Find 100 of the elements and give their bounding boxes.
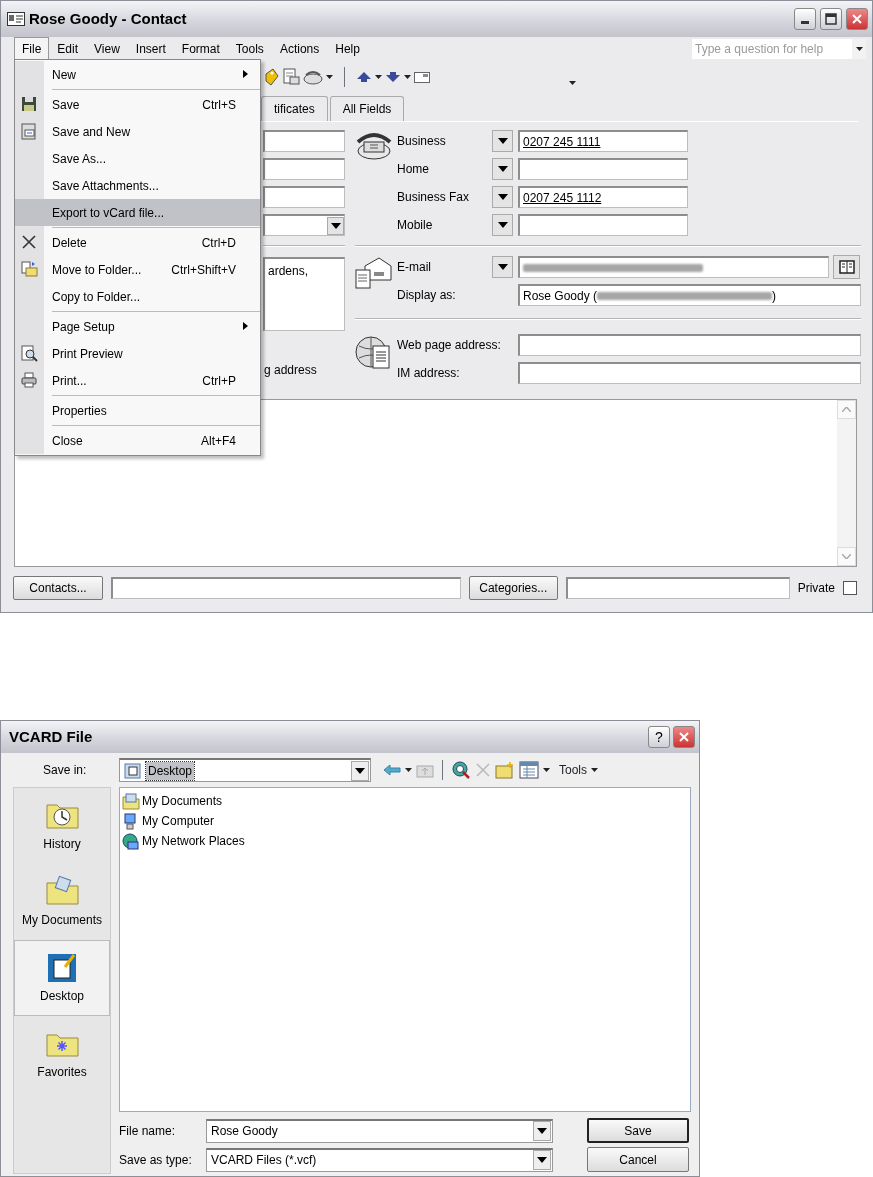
telephone-icon <box>355 130 393 160</box>
list-entry[interactable]: My Documents <box>122 791 223 811</box>
contacts-button[interactable]: Contacts... <box>13 576 103 600</box>
help-search-field[interactable]: Type a question for help <box>692 39 866 59</box>
menu-item[interactable]: Save Ctrl+S <box>15 91 260 118</box>
views-icon[interactable] <box>519 761 539 779</box>
display-as-field[interactable]: Rose Goody ( ) <box>518 284 861 306</box>
menu-item[interactable]: Save and New <box>15 118 260 145</box>
globe-search-icon[interactable] <box>451 760 471 780</box>
email-field[interactable] <box>518 256 829 278</box>
field-label: Business <box>397 133 447 150</box>
caret-icon <box>405 768 412 772</box>
envelope-icon <box>355 256 393 290</box>
menu-item[interactable]: Save As... <box>15 145 260 172</box>
network-icon <box>122 832 140 850</box>
tag-icon[interactable] <box>263 68 279 86</box>
dropdown-button[interactable] <box>492 158 513 180</box>
globe-document-icon <box>355 334 393 370</box>
maximize-button[interactable] <box>820 8 842 30</box>
menu-item[interactable]: Print... Ctrl+P <box>15 367 260 394</box>
dropdown-button[interactable] <box>492 130 513 152</box>
envelope-icon[interactable] <box>414 71 430 83</box>
caret-icon <box>355 767 365 774</box>
place-item[interactable]: Desktop <box>14 940 110 1016</box>
minimize-icon <box>801 21 809 24</box>
save-in-dropdown[interactable]: Desktop <box>119 758 371 782</box>
list-entry[interactable]: My Network Places <box>122 831 245 851</box>
scrollbar[interactable] <box>837 400 856 566</box>
contact-card-icon <box>7 12 25 26</box>
menu-item[interactable]: Actions <box>271 37 328 61</box>
dropdown-button[interactable] <box>492 214 513 236</box>
minimize-button[interactable] <box>794 8 816 30</box>
documents-folder-icon <box>122 792 140 810</box>
menu-item[interactable]: View <box>86 37 128 61</box>
menu-item[interactable]: Properties <box>15 397 260 424</box>
phone-field[interactable]: 0207 245 1112 <box>518 186 688 208</box>
dropdown-button[interactable] <box>492 186 513 208</box>
menu-item[interactable]: Delete Ctrl+D <box>15 229 260 256</box>
menu-item[interactable]: Tools <box>227 37 272 61</box>
categories-field[interactable] <box>565 577 790 599</box>
menu-item[interactable]: Save Attachments... <box>15 172 260 199</box>
document-icon[interactable] <box>282 68 300 86</box>
dropdown-button[interactable] <box>492 256 513 278</box>
caret-icon <box>497 138 508 144</box>
categories-button[interactable]: Categories... <box>468 576 558 600</box>
menu-item[interactable]: Format <box>173 37 228 61</box>
file-name-field[interactable]: Rose Goody <box>206 1118 553 1143</box>
caret-icon <box>543 768 550 772</box>
phone-field[interactable] <box>518 214 688 236</box>
place-item[interactable]: My Documents <box>14 864 110 940</box>
back-arrow-icon[interactable] <box>383 764 401 776</box>
close-button[interactable] <box>673 726 695 748</box>
menu-item[interactable]: New <box>15 61 260 88</box>
address-book-button[interactable] <box>833 255 860 279</box>
tab[interactable]: All Fields <box>329 96 405 121</box>
close-button[interactable] <box>846 8 868 30</box>
field-label: g address <box>263 362 318 379</box>
phone-field[interactable] <box>518 158 688 180</box>
dropdown-field[interactable] <box>263 214 345 236</box>
menu-item[interactable]: Help <box>327 37 368 61</box>
close-icon <box>678 731 690 743</box>
menu-item[interactable]: File <box>14 37 50 61</box>
file-type-dropdown[interactable]: VCARD Files (*.vcf) <box>206 1147 553 1172</box>
contacts-field[interactable] <box>110 577 461 599</box>
desktop-icon <box>124 761 142 780</box>
menu-item[interactable]: Close Alt+F4 <box>15 427 260 454</box>
notes-field[interactable] <box>14 399 857 567</box>
menu-item[interactable]: Copy to Folder... <box>15 283 260 310</box>
help-button[interactable]: ? <box>648 726 670 748</box>
folder-icon <box>21 261 38 278</box>
cancel-button[interactable]: Cancel <box>587 1147 689 1172</box>
menu-item[interactable]: Insert <box>127 37 174 61</box>
menu-item[interactable]: Print Preview <box>15 340 260 367</box>
tab[interactable]: tificates <box>261 96 328 121</box>
text-field[interactable] <box>263 186 345 208</box>
address-field[interactable]: ardens, <box>263 257 345 331</box>
list-entry[interactable]: My Computer <box>122 811 215 831</box>
menu-item[interactable]: Edit <box>49 37 87 61</box>
field-label: Save in: <box>42 762 88 779</box>
web-address-field[interactable] <box>518 334 861 356</box>
menu-item[interactable]: Page Setup <box>15 313 260 340</box>
tools-button[interactable]: Tools <box>558 760 599 780</box>
menu-item[interactable]: Move to Folder... Ctrl+Shift+V <box>15 256 260 283</box>
phone-field[interactable]: 0207 245 1111 <box>518 130 688 152</box>
place-item[interactable]: History <box>14 788 110 864</box>
place-item[interactable]: Favorites <box>14 1016 110 1092</box>
im-address-field[interactable] <box>518 362 861 384</box>
text-field[interactable] <box>263 130 345 152</box>
window-title: VCARD File <box>9 726 93 747</box>
caret-icon <box>497 264 508 270</box>
field-label: File name: <box>119 1122 177 1140</box>
save-button[interactable]: Save <box>587 1118 689 1143</box>
new-folder-icon[interactable] <box>495 761 515 779</box>
text-field[interactable] <box>263 158 345 180</box>
down-arrow-icon[interactable] <box>385 71 401 83</box>
private-checkbox[interactable] <box>843 581 857 595</box>
up-arrow-icon[interactable] <box>356 71 372 83</box>
scroll-down-button[interactable] <box>837 547 856 566</box>
scroll-up-button[interactable] <box>837 400 856 419</box>
caret-icon <box>591 768 598 772</box>
